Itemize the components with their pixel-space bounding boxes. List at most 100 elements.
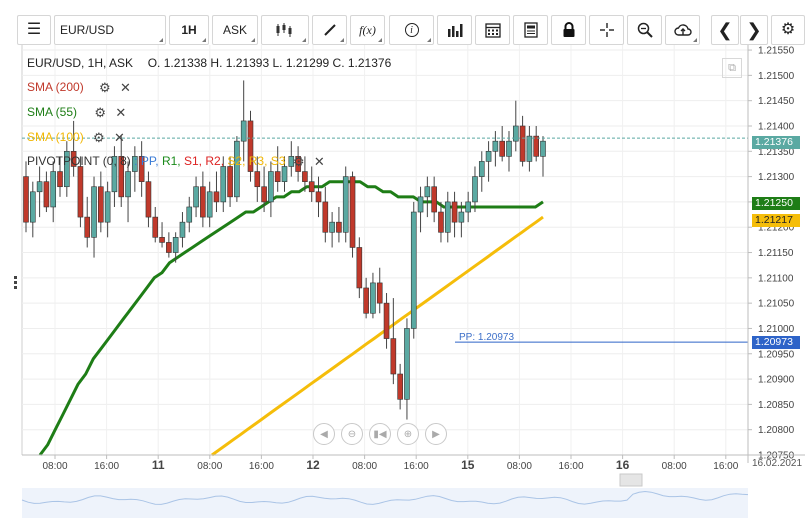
y-tick-label: 1.21150 (758, 248, 794, 259)
gear-icon[interactable]: ⚙ (293, 154, 305, 170)
candle-body (492, 140, 499, 152)
y-tick-label: 1.20950 (758, 349, 795, 360)
candle-body (30, 191, 36, 223)
candle-body (383, 302, 390, 339)
indicator-sma-100: SMA (100) ⚙ ✕ (27, 129, 125, 145)
y-tick-label: 1.21550 (758, 46, 795, 57)
last-price-tag: 1.21376 (752, 136, 800, 149)
candle-body (336, 221, 342, 233)
candle-body (159, 237, 165, 243)
candle-body (186, 206, 193, 223)
candle-body (322, 201, 329, 233)
x-tick-label: 16:00 (713, 461, 738, 472)
candle-body (342, 176, 349, 233)
candle-body (499, 140, 505, 157)
candle-body (363, 287, 369, 314)
y-tick-label: 1.21000 (758, 324, 795, 335)
indicator-label[interactable]: SMA (200) (27, 80, 84, 94)
candle-body (458, 211, 465, 223)
gear-icon[interactable]: ⚙ (93, 130, 105, 146)
indicator-pivot-point: PIVOTPOINT (0, 8) : PP, R1, S1, R2, S2, … (27, 153, 325, 169)
pivot-item: S1, (184, 154, 203, 168)
candle-body (50, 171, 57, 208)
gear-icon[interactable]: ⚙ (99, 80, 111, 96)
scroll-left-icon[interactable]: ◀ (313, 423, 335, 445)
candle-body (431, 186, 437, 213)
candle-body (261, 186, 267, 203)
scroll-right-icon[interactable]: ▶ (425, 423, 447, 445)
close-icon[interactable]: ✕ (114, 130, 125, 146)
candle-body (424, 186, 431, 198)
grid-lines (21, 45, 748, 456)
candle-body (308, 181, 315, 193)
close-icon[interactable]: ✕ (314, 154, 325, 170)
pivot-line-label: PP: 1.20973 (459, 332, 515, 343)
navigator-scroll-handle (619, 473, 643, 487)
pivot-item: S2, (227, 154, 246, 168)
candle-body (77, 166, 84, 218)
ohlc-header: EUR/USD, 1H, ASK O. 1.21338 H. 1.21393 L… (27, 56, 391, 70)
x-tick-label: 11 (152, 458, 165, 472)
pivot-item: : PP, (134, 154, 159, 168)
y-tick-label: 1.21050 (758, 299, 795, 310)
candle-body (268, 171, 274, 203)
candle-body (23, 176, 29, 223)
x-tick-label: 16:00 (249, 461, 274, 472)
x-tick-label: 08:00 (42, 461, 67, 472)
candle-body (465, 201, 471, 213)
candle-body (213, 191, 220, 203)
instrument-label: EUR/USD, 1H, ASK (27, 56, 134, 70)
candle-body (410, 211, 417, 329)
indicator-label[interactable]: SMA (100) (27, 130, 84, 144)
x-tick-label: 16 (616, 458, 630, 472)
candle-body (172, 237, 179, 253)
candle-body (145, 181, 152, 218)
pivot-item: R1, (161, 154, 181, 168)
candle-body (193, 186, 199, 208)
pivot-label[interactable]: PIVOTPOINT (0, 8) (27, 154, 131, 168)
candle-body (166, 242, 172, 253)
close-icon[interactable]: ✕ (115, 105, 126, 121)
indicator-label[interactable]: SMA (55) (27, 105, 77, 119)
candle-body (329, 221, 335, 233)
candle-body (274, 171, 281, 182)
chart-navigation: ◀ ⊖ ▮◀ ⊕ ▶ (313, 423, 447, 447)
x-tick-label: 16:00 (558, 461, 583, 472)
candle-body (451, 201, 458, 223)
candle-body (397, 373, 403, 400)
candle-body (302, 171, 308, 182)
candle-body (512, 125, 519, 142)
candle-body (370, 282, 376, 314)
reset-icon[interactable]: ▮◀ (369, 423, 391, 445)
x-tick-label: 08:00 (352, 461, 377, 472)
candle-body (104, 191, 111, 223)
candle-body (84, 216, 91, 238)
candle-body (57, 171, 63, 188)
close-icon[interactable]: ✕ (120, 80, 131, 96)
x-tick-label: 08:00 (662, 461, 687, 472)
y-tick-label: 1.21100 (758, 273, 794, 284)
zoom-out-icon[interactable]: ⊖ (341, 423, 363, 445)
candle-body (540, 140, 546, 157)
sma55-price-tag: 1.21250 (752, 197, 800, 210)
zoom-in-icon[interactable]: ⊕ (397, 423, 419, 445)
candle-body (125, 171, 131, 198)
candle-body (179, 221, 186, 238)
candle-body (315, 191, 322, 203)
y-tick-label: 1.20850 (758, 400, 795, 411)
candle-body (220, 166, 227, 203)
candle-body (506, 140, 512, 157)
candle-body (227, 166, 233, 198)
candle-body (478, 161, 485, 177)
expand-icon[interactable]: ⧉ (722, 58, 742, 78)
pivot-item: R3, (248, 154, 268, 168)
sma100-price-tag: 1.21217 (752, 214, 800, 227)
pivot-item: S3 (270, 154, 286, 168)
y-tick-label: 1.21500 (758, 71, 795, 82)
x-axis-end-date: 16.02.2021 (752, 458, 803, 469)
gear-icon[interactable]: ⚙ (94, 105, 106, 121)
panel-resize-handle[interactable] (14, 276, 17, 294)
pivot-price-tag: 1.20973 (752, 336, 800, 349)
candle-body (206, 191, 213, 218)
candle-body (417, 196, 424, 213)
